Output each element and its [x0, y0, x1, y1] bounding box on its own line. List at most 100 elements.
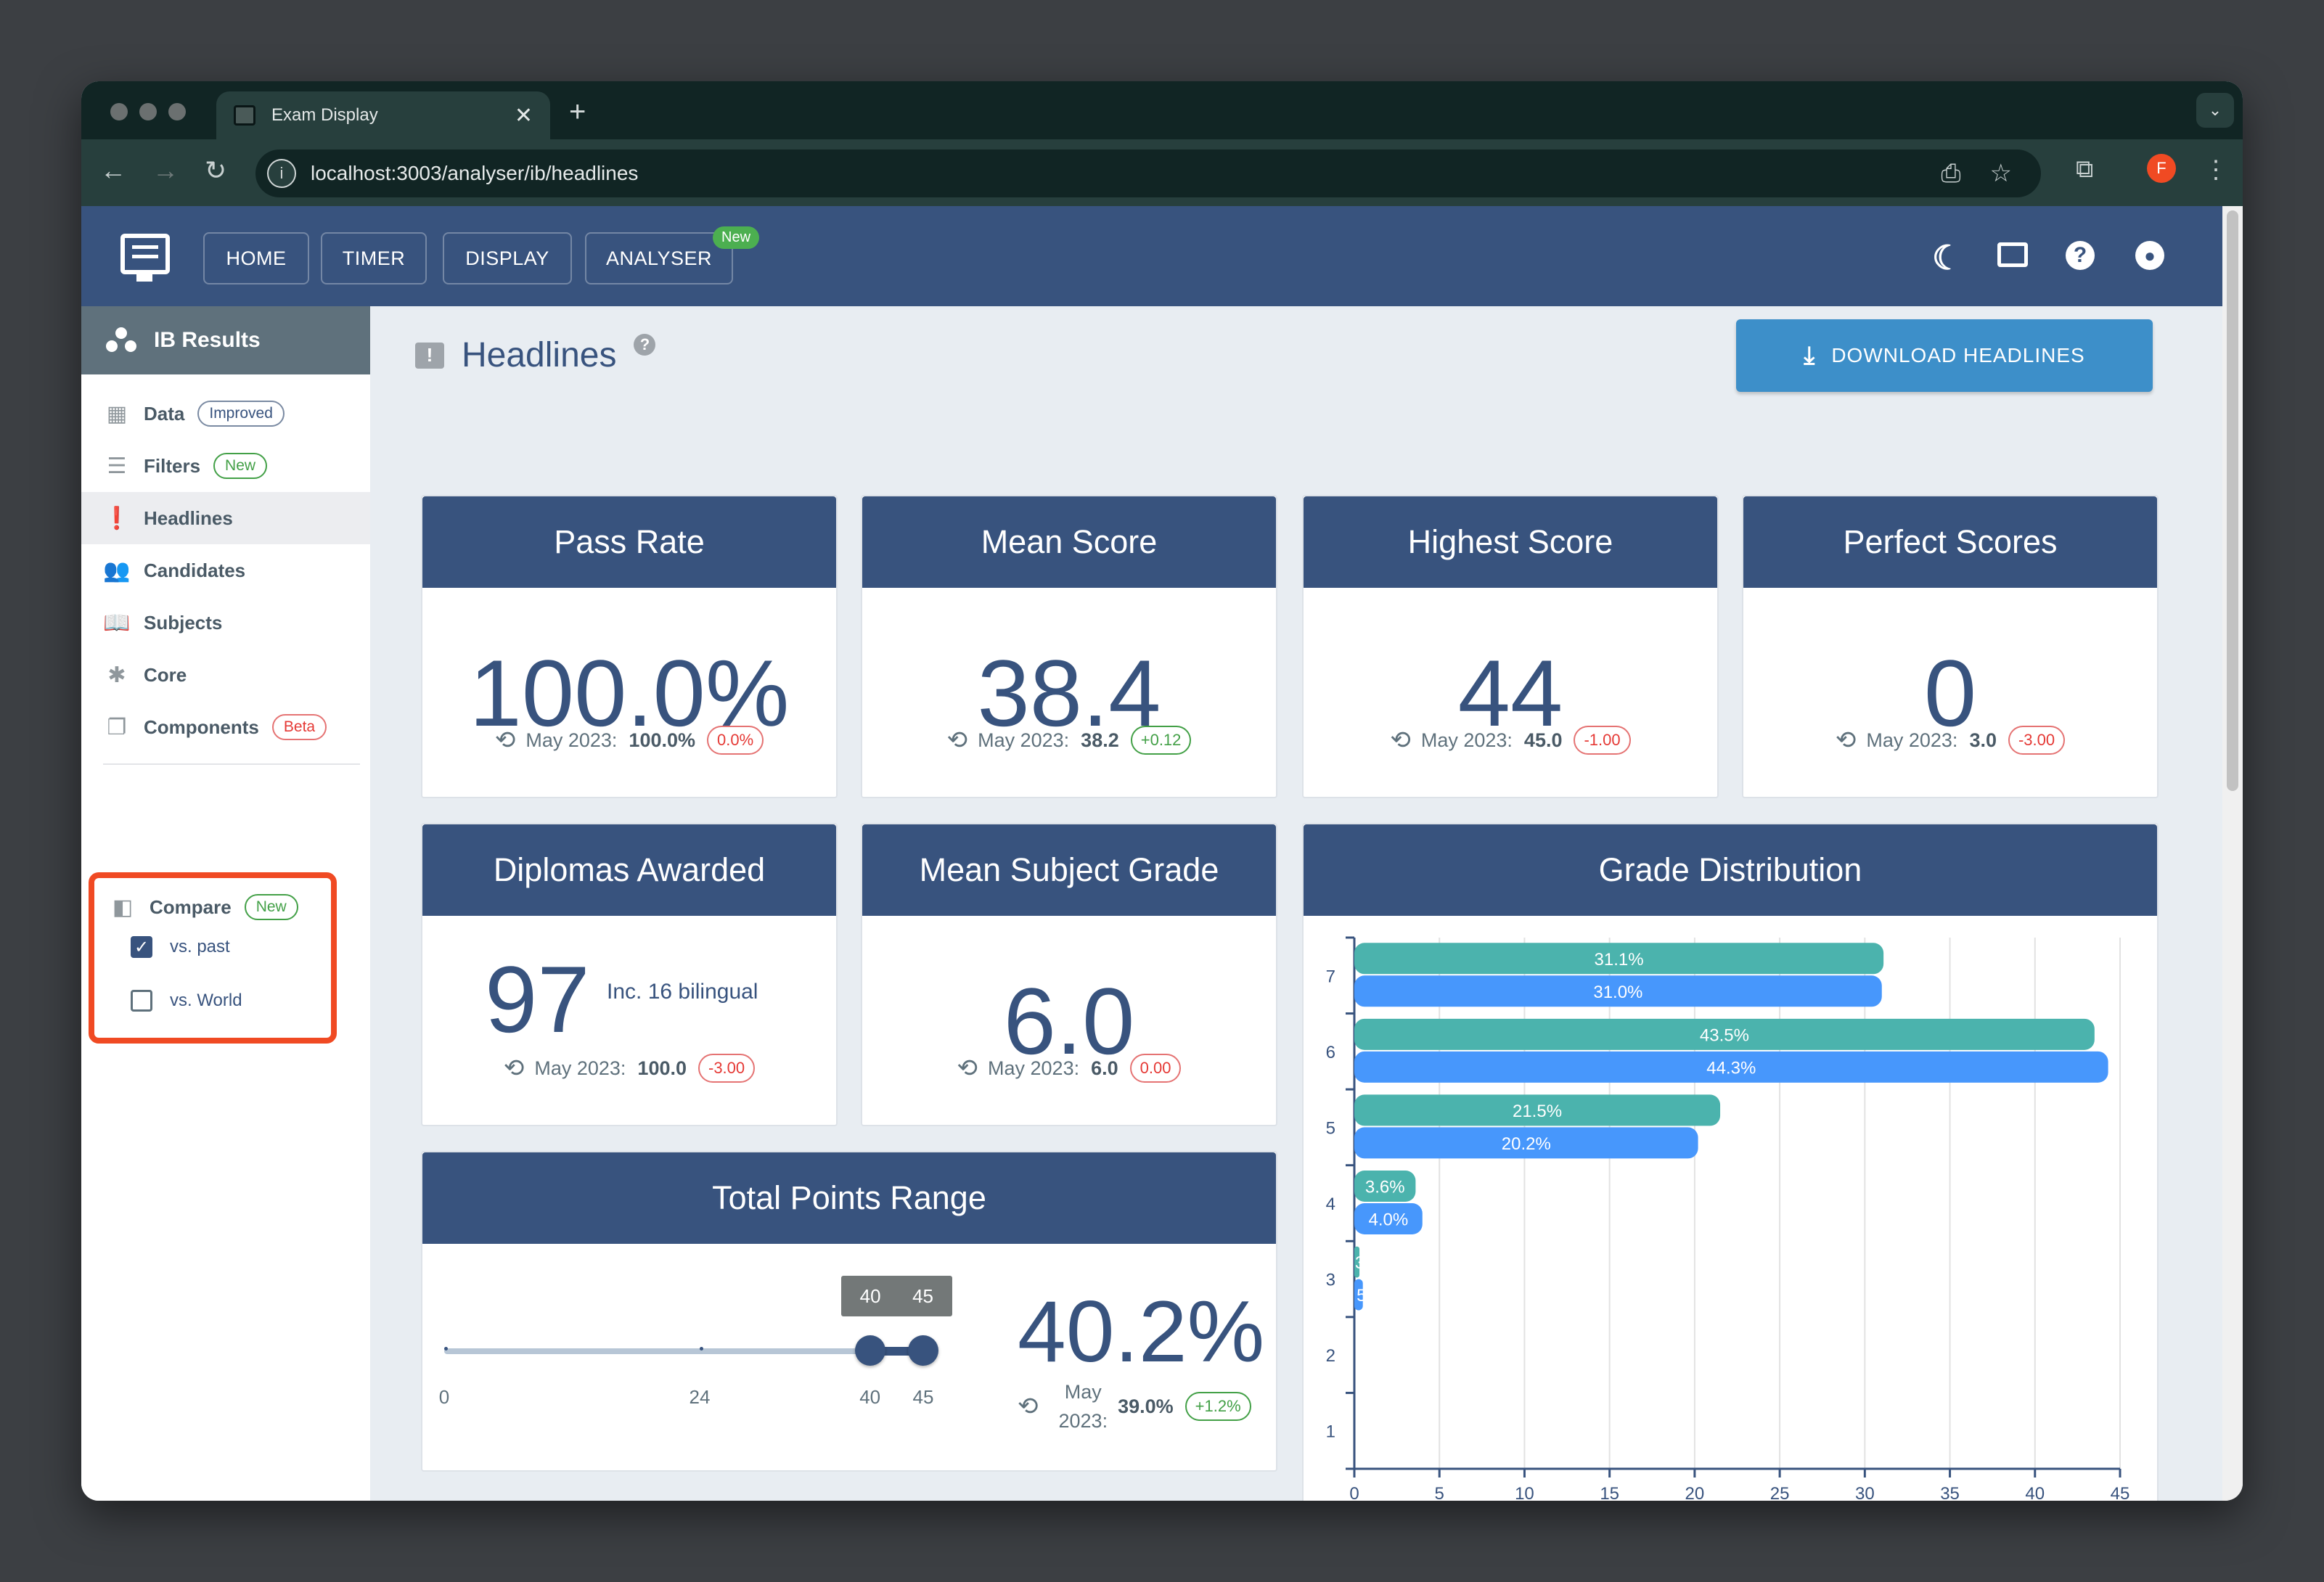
- vs-past-checkbox[interactable]: ✓: [131, 936, 152, 958]
- page-scrollbar[interactable]: [2222, 206, 2243, 1501]
- bar-label: 3.6%: [1365, 1178, 1405, 1197]
- card-title: Mean Subject Grade: [862, 824, 1276, 916]
- sidebar-item-data[interactable]: ▦ Data Improved: [81, 388, 370, 440]
- address-bar[interactable]: i localhost:3003/analyser/ib/headlines ⎙…: [255, 149, 2041, 197]
- prev-label: May 2023:: [978, 729, 1070, 751]
- sidebar-item-headlines[interactable]: ❗ Headlines: [81, 492, 370, 544]
- sidebar-item-subjects[interactable]: 📖 Subjects: [81, 597, 370, 649]
- vs-world-label: vs. World: [170, 991, 242, 1010]
- download-headlines-button[interactable]: ⤓ DOWNLOAD HEADLINES: [1736, 319, 2153, 392]
- compare-vs-world[interactable]: vs. World: [131, 990, 331, 1012]
- prev-label: May 2023:: [1866, 729, 1958, 751]
- close-tab-icon[interactable]: ✕: [515, 103, 533, 128]
- site-info-icon[interactable]: i: [267, 159, 296, 188]
- download-icon: ⤓: [1804, 341, 1816, 369]
- sidebar-header[interactable]: IB Results: [81, 306, 370, 374]
- slider-tooltip: 40 45: [840, 1276, 952, 1316]
- profile-avatar[interactable]: F: [2147, 154, 2176, 183]
- x-tick-label: 25: [1770, 1484, 1790, 1501]
- x-tick-label: 35: [1940, 1484, 1960, 1501]
- tab-search-chevron-icon[interactable]: ⌄: [2196, 93, 2234, 128]
- beta-badge: Beta: [271, 714, 327, 740]
- prev-label-month: May: [1064, 1381, 1102, 1403]
- sidebar-item-components[interactable]: ❐ Components Beta: [81, 701, 370, 753]
- prev-label: May 2023:: [1420, 729, 1513, 751]
- slider-mark: [700, 1347, 703, 1351]
- maximize-window-button[interactable]: [168, 103, 186, 120]
- bar-label: 31.1%: [1595, 950, 1644, 970]
- filter-icon: ☰: [107, 454, 127, 478]
- nav-display[interactable]: DISPLAY: [443, 232, 572, 284]
- bar-label: 43.5%: [1700, 1025, 1749, 1045]
- compare-section: ◧ Compare New ✓ vs. past vs. World: [89, 872, 337, 1044]
- slider-tick-label: 24: [689, 1386, 711, 1408]
- display-icon[interactable]: [1997, 242, 2028, 267]
- compare-label: Compare: [150, 895, 232, 918]
- slider-tick-label: 45: [912, 1386, 934, 1408]
- points-range-percent: 40.2%: [1018, 1283, 1265, 1380]
- prev-label: May 2023:: [525, 729, 618, 751]
- x-tick-label: 30: [1855, 1484, 1875, 1501]
- dark-mode-moon-icon[interactable]: ☾: [1932, 238, 1962, 277]
- compare-vs-past[interactable]: ✓ vs. past: [131, 936, 331, 958]
- compare-icon: ◧: [112, 895, 134, 919]
- y-tick-label: 4: [1326, 1194, 1335, 1214]
- nav-home[interactable]: HOME: [203, 232, 309, 284]
- hub-icon: ✱: [107, 663, 126, 687]
- x-tick-label: 45: [2111, 1484, 2130, 1501]
- browser-tab[interactable]: Exam Display ✕: [216, 91, 550, 139]
- diplomas-value: 97: [485, 946, 590, 1052]
- sidebar-item-candidates[interactable]: 👥 Candidates: [81, 544, 370, 597]
- browser-menu-icon[interactable]: ⋮: [2204, 155, 2228, 184]
- delta-badge: 0.0%: [707, 726, 764, 755]
- account-icon[interactable]: ●: [2135, 241, 2164, 270]
- help-icon[interactable]: ?: [634, 333, 656, 356]
- perfect-scores-card: Perfect Scores 0 ⟲ May 2023: 3.0 -3.00: [1742, 495, 2159, 798]
- bubble-chart-icon: [106, 327, 136, 353]
- sidebar-item-core[interactable]: ✱ Core: [81, 649, 370, 701]
- nav-analyser[interactable]: ANALYSER: [585, 232, 733, 284]
- points-range-compare: ⟲ May 2023: 39.0% +1.2%: [1018, 1377, 1251, 1435]
- prev-value: 39.0%: [1118, 1395, 1174, 1417]
- slider-thumb-low[interactable]: [854, 1335, 885, 1366]
- extensions-puzzle-icon[interactable]: ⧉: [2076, 155, 2093, 184]
- y-tick-label: 6: [1326, 1043, 1335, 1062]
- close-window-button[interactable]: [110, 103, 128, 120]
- url-text[interactable]: localhost:3003/analyser/ib/headlines: [311, 162, 1941, 185]
- sidebar-item-filters[interactable]: ☰ Filters New: [81, 440, 370, 492]
- pass-rate-compare: ⟲ May 2023: 100.0% 0.0%: [422, 726, 836, 755]
- card-title: Diplomas Awarded: [422, 824, 836, 916]
- slider-tick-label: 0: [438, 1386, 450, 1408]
- table-icon: ▦: [106, 401, 128, 426]
- bar-label: 4.0%: [1369, 1210, 1409, 1230]
- points-range-slider[interactable]: 40 45 0 24 40 45: [439, 1254, 952, 1408]
- new-tab-icon[interactable]: +: [569, 96, 586, 128]
- tab-bar: Exam Display ✕ + ⌄: [81, 81, 2243, 139]
- tooltip-low: 40: [859, 1284, 881, 1307]
- history-icon: ⟲: [1018, 1393, 1039, 1420]
- app-logo-icon[interactable]: [120, 234, 170, 282]
- back-arrow-icon[interactable]: ←: [100, 155, 126, 186]
- people-icon: 👥: [103, 558, 131, 583]
- minimize-window-button[interactable]: [139, 103, 157, 120]
- forward-arrow-icon[interactable]: →: [152, 155, 179, 186]
- slider-track[interactable]: [444, 1348, 870, 1354]
- highest-score-card: Highest Score 44 ⟲ May 2023: 45.0 -1.00: [1302, 495, 1719, 798]
- compare-new-badge: New: [244, 894, 298, 920]
- feedback-icon: !: [415, 342, 444, 369]
- delta-badge: -3.00: [698, 1054, 756, 1083]
- analyser-new-badge: New: [713, 226, 760, 249]
- prev-value: 100.0%: [629, 729, 695, 751]
- vs-world-checkbox[interactable]: [131, 990, 152, 1012]
- help-icon[interactable]: ?: [2066, 241, 2095, 270]
- tooltip-high: 45: [912, 1284, 933, 1307]
- bar-label: 31.0%: [1593, 983, 1642, 1002]
- mean-score-compare: ⟲ May 2023: 38.2 +0.12: [862, 726, 1276, 755]
- reload-icon[interactable]: ↻: [205, 155, 226, 186]
- slider-thumb-high[interactable]: [908, 1335, 938, 1366]
- install-app-icon[interactable]: ⎙: [1941, 160, 1960, 188]
- scrollbar-thumb[interactable]: [2227, 210, 2238, 791]
- bookmark-star-icon[interactable]: ☆: [1990, 159, 2012, 188]
- nav-timer[interactable]: TIMER: [321, 232, 427, 284]
- grade-distribution-chart: 0 5 10 15 20 25 30 35 40 45731.1%31.0%643.5%44.3%…: [1326, 936, 2130, 1501]
